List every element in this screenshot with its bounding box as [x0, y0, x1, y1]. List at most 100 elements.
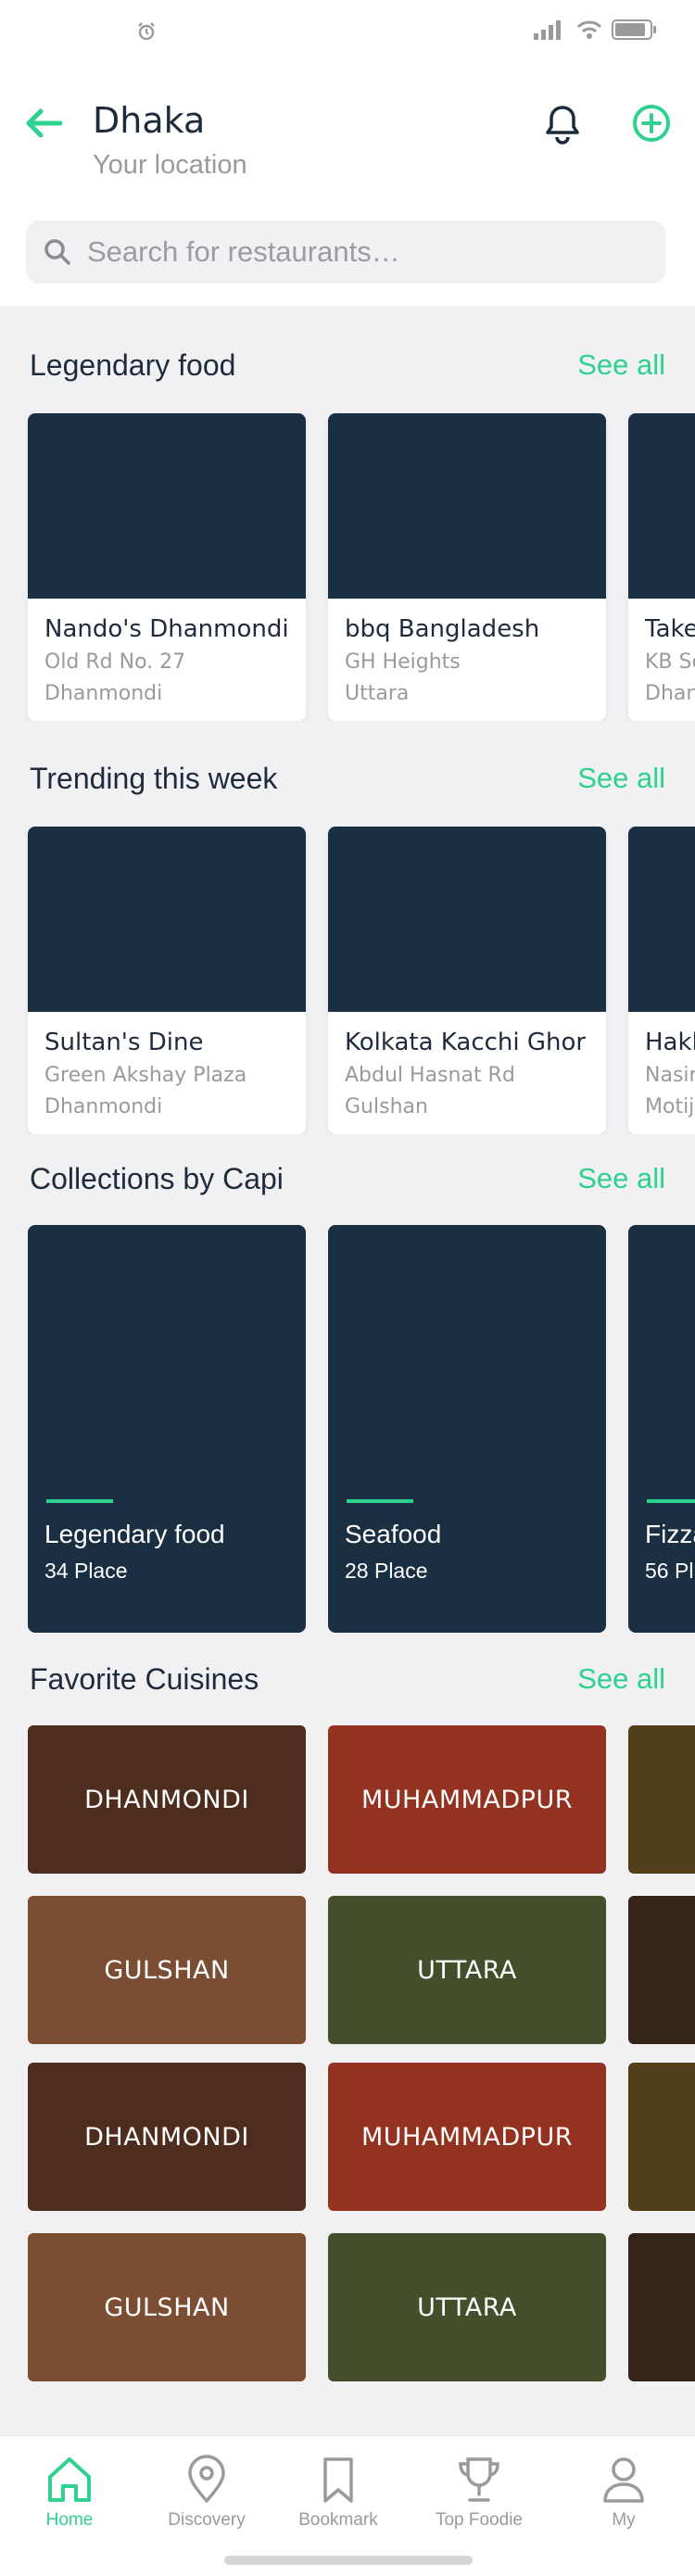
status-bar — [0, 0, 695, 65]
cuisine-row: GULSHAN UTTARA — [0, 1896, 695, 2044]
cuisine-tile[interactable] — [628, 1896, 695, 2044]
home-indicator — [224, 2556, 473, 2565]
search-input[interactable] — [87, 230, 643, 274]
restaurant-image — [28, 827, 306, 1012]
restaurant-area: Dhanmondi — [44, 1095, 163, 1118]
restaurant-name: Sultan's Dine — [44, 1029, 204, 1056]
collection-count: 56 Pl — [645, 1559, 694, 1583]
restaurant-address: Abdul Hasnat Rd — [345, 1064, 515, 1087]
collection-title: Seafood — [345, 1520, 442, 1548]
nav-my[interactable]: My — [554, 2455, 693, 2557]
restaurant-address: Nasir — [645, 1064, 695, 1087]
city-title[interactable]: Dhaka — [93, 100, 205, 141]
map-pin-icon — [188, 2455, 225, 2503]
collection-count: 28 Place — [345, 1559, 428, 1583]
search-bar[interactable] — [26, 221, 665, 284]
cuisine-tile[interactable]: MUHAMMADPUR — [328, 2063, 606, 2211]
restaurant-image — [628, 413, 695, 599]
nav-discovery[interactable]: Discovery — [137, 2455, 276, 2557]
back-button[interactable] — [20, 100, 67, 146]
section-title-collections: Collections by Capi — [30, 1162, 284, 1195]
restaurant-area: Gulshan — [345, 1095, 428, 1118]
section-title-cuisines: Favorite Cuisines — [30, 1662, 259, 1696]
restaurant-card[interactable]: bbq Bangladesh GH Heights Uttara — [328, 413, 606, 721]
restaurant-area: Dhan — [645, 682, 695, 705]
cuisine-tile[interactable] — [628, 2233, 695, 2381]
restaurant-area: Motij — [645, 1095, 695, 1118]
home-icon — [48, 2457, 91, 2502]
cuisine-tile[interactable] — [628, 2063, 695, 2211]
collection-title: Fizza — [645, 1520, 695, 1548]
restaurant-card[interactable]: Nando's Dhanmondi Old Rd No. 27 Dhanmond… — [28, 413, 306, 721]
cuisine-tile[interactable]: GULSHAN — [28, 1896, 306, 2044]
restaurant-image — [328, 413, 606, 599]
restaurant-image — [28, 413, 306, 599]
restaurant-name: Kolkata Kacchi Ghor — [345, 1029, 587, 1056]
restaurant-name: bbq Bangladesh — [345, 615, 540, 643]
cuisine-row: DHANMONDI MUHAMMADPUR — [0, 2063, 695, 2211]
restaurant-address: KB Sc — [645, 650, 695, 674]
restaurant-name: Take — [645, 615, 695, 643]
cuisine-row: DHANMONDI MUHAMMADPUR — [0, 1725, 695, 1874]
search-icon — [44, 239, 70, 265]
collection-title: Legendary food — [44, 1520, 225, 1548]
cuisine-tile[interactable]: UTTARA — [328, 2233, 606, 2381]
restaurant-image — [628, 827, 695, 1012]
restaurant-card[interactable]: Sultan's Dine Green Akshay Plaza Dhanmon… — [28, 827, 306, 1134]
notifications-button[interactable] — [539, 100, 586, 148]
nav-label: Top Foodie — [435, 2510, 523, 2530]
section-title-legendary: Legendary food — [30, 348, 236, 382]
nav-label: My — [612, 2510, 636, 2530]
cuisine-tile[interactable]: DHANMONDI — [28, 1725, 306, 1874]
nav-label: Discovery — [168, 2510, 246, 2530]
cuisine-tile[interactable]: DHANMONDI — [28, 2063, 306, 2211]
restaurant-area: Uttara — [345, 682, 410, 705]
accent-bar — [347, 1499, 413, 1503]
collections-carousel[interactable]: Legendary food 34 Place Seafood 28 Place… — [0, 1225, 695, 1633]
cuisine-row: GULSHAN UTTARA — [0, 2233, 695, 2381]
collection-card[interactable]: Fizza 56 Pl — [628, 1225, 695, 1633]
restaurant-card[interactable]: Hakl Nasir Motij — [628, 827, 695, 1134]
restaurant-name: Nando's Dhanmondi — [44, 615, 289, 643]
nav-label: Home — [45, 2510, 94, 2530]
user-icon — [603, 2457, 644, 2503]
see-all-collections[interactable]: See all — [577, 1162, 665, 1195]
wifi-icon — [576, 20, 602, 39]
header-area: Dhaka Your location — [0, 0, 695, 306]
see-all-cuisines[interactable]: See all — [577, 1662, 665, 1696]
nav-label: Bookmark — [298, 2510, 378, 2530]
see-all-legendary[interactable]: See all — [577, 348, 665, 382]
nav-top-foodie[interactable]: Top Foodie — [410, 2455, 549, 2557]
restaurant-area: Dhanmondi — [44, 682, 163, 705]
nav-bookmark[interactable]: Bookmark — [269, 2455, 408, 2557]
restaurant-address: Old Rd No. 27 — [44, 650, 186, 674]
legendary-carousel[interactable]: Nando's Dhanmondi Old Rd No. 27 Dhanmond… — [0, 413, 695, 721]
accent-bar — [46, 1499, 113, 1503]
alarm-icon — [138, 22, 155, 41]
section-title-trending: Trending this week — [30, 762, 278, 795]
signal-icon — [534, 20, 561, 40]
restaurant-name: Hakl — [645, 1029, 695, 1056]
cuisine-tile[interactable] — [628, 1725, 695, 1874]
collection-count: 34 Place — [44, 1559, 128, 1583]
cuisine-tile[interactable]: MUHAMMADPUR — [328, 1725, 606, 1874]
accent-bar — [647, 1499, 695, 1503]
cuisine-tile[interactable]: GULSHAN — [28, 2233, 306, 2381]
trophy-icon — [459, 2457, 499, 2502]
see-all-trending[interactable]: See all — [577, 762, 665, 795]
restaurant-address: Green Akshay Plaza — [44, 1064, 247, 1087]
nav-home[interactable]: Home — [0, 2455, 139, 2557]
location-subtitle: Your location — [93, 150, 247, 180]
restaurant-image — [328, 827, 606, 1012]
collection-card[interactable]: Legendary food 34 Place — [28, 1225, 306, 1633]
cuisine-tile[interactable]: UTTARA — [328, 1896, 606, 2044]
plus-circle-icon — [633, 105, 670, 142]
trending-carousel[interactable]: Sultan's Dine Green Akshay Plaza Dhanmon… — [0, 827, 695, 1134]
collection-card[interactable]: Seafood 28 Place — [328, 1225, 606, 1633]
restaurant-card[interactable]: Take KB Sc Dhan — [628, 413, 695, 721]
restaurant-card[interactable]: Kolkata Kacchi Ghor Abdul Hasnat Rd Guls… — [328, 827, 606, 1134]
bookmark-icon — [323, 2457, 353, 2503]
add-button[interactable] — [628, 100, 675, 146]
bell-icon — [546, 106, 579, 145]
arrow-left-icon — [26, 108, 62, 138]
